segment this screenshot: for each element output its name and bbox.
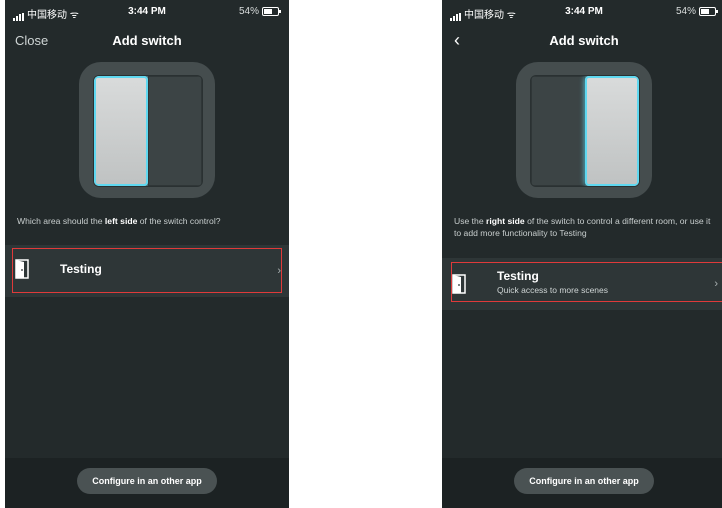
right-rocker-selected [585,76,639,186]
battery-percent: 54% [238,6,259,17]
right-rocker [148,76,202,186]
battery-icon [699,7,718,16]
right-screen: 中国移动 ᯤ 3:44 PM 54% ‹ Add switch Use the … [442,0,722,508]
nav-bar: Close Add switch [5,30,289,52]
battery-percent: 54% [675,6,696,17]
configure-other-app-button[interactable]: Configure in an other app [77,468,217,494]
left-rocker-selected [94,76,148,186]
left-screen: 中国移动 ᯤ 3:44 PM 54% Close Add switch Whic… [5,0,289,508]
bottom-bar: Configure in an other app [442,458,722,508]
instruction-text: Which area should the left side of the s… [17,216,221,226]
nav-bar: ‹ Add switch [442,30,722,52]
page-title: Add switch [549,33,619,48]
page-title: Add switch [112,33,182,48]
left-rocker [531,76,585,186]
switch-illustration [516,62,652,198]
status-bar: 中国移动 ᯤ 3:44 PM 54% [5,0,289,22]
instruction-text: Use the right side of the switch to cont… [454,216,711,238]
status-bar: 中国移动 ᯤ 3:44 PM 54% [442,0,722,22]
bottom-bar: Configure in an other app [5,458,289,508]
highlight-box [451,262,722,302]
configure-other-app-button[interactable]: Configure in an other app [514,468,654,494]
switch-illustration [79,62,215,198]
battery-icon [262,7,281,16]
highlight-box [12,248,282,293]
